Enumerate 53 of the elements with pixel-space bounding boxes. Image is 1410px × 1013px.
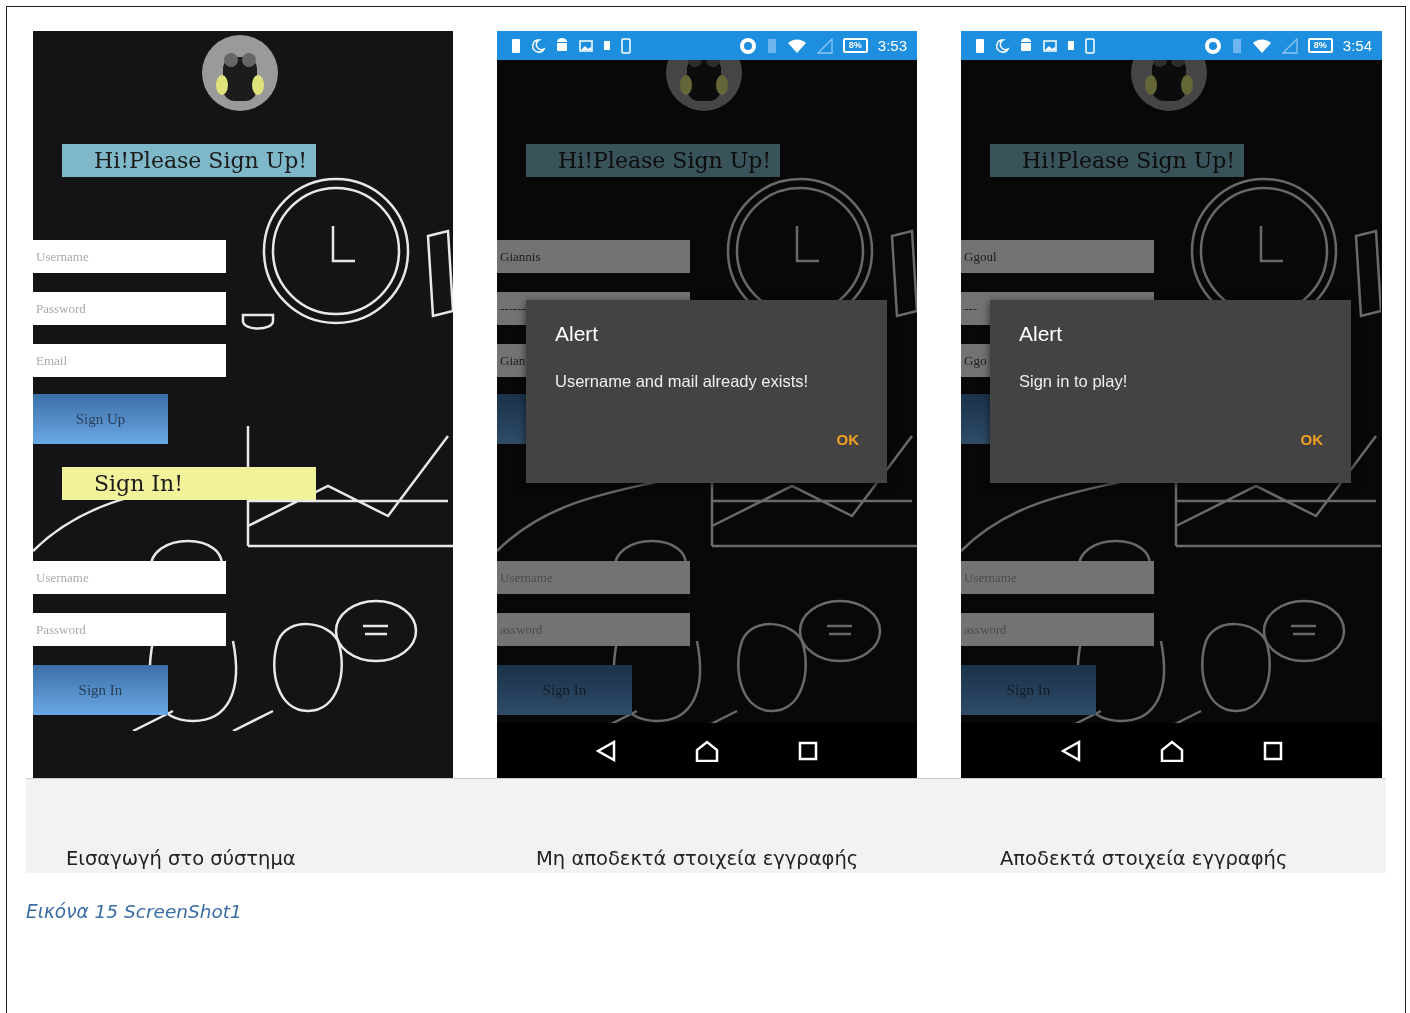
battery-level: 8% — [842, 38, 868, 53]
text-field[interactable]: Giannis — [497, 240, 690, 273]
back-icon[interactable] — [596, 739, 617, 762]
image-icon — [1043, 39, 1057, 52]
text-field[interactable]: Username — [33, 561, 226, 594]
android-icon — [1019, 37, 1033, 54]
text-field[interactable]: Email — [33, 344, 226, 377]
battery-icon — [511, 37, 521, 54]
screen-caption: Εισαγωγή στο σύστημα — [65, 847, 297, 872]
sign-up-heading: Hi!Please Sign Up! — [990, 144, 1244, 177]
status-time: 3:53 — [877, 37, 907, 54]
battery-icon — [975, 37, 985, 54]
text-field[interactable]: Password — [33, 292, 226, 325]
sign-up-heading: Hi!Please Sign Up! — [62, 144, 316, 177]
usb-icon — [1067, 38, 1075, 53]
dialog-title: Alert — [555, 322, 600, 346]
screen-caption: Αποδεκτά στοιχεία εγγραφής — [999, 847, 1289, 872]
usb-icon — [603, 38, 611, 53]
sign-up-heading: Hi!Please Sign Up! — [526, 144, 780, 177]
ok-button[interactable]: OK — [830, 427, 865, 452]
image-icon — [579, 39, 593, 52]
phone-icon — [621, 37, 631, 54]
sign-up-button[interactable]: Sign Up — [33, 394, 168, 444]
dialog-title: Alert — [1019, 322, 1064, 346]
dialog-message: Sign in to play! — [1019, 372, 1129, 391]
screen-caption: Μη αποδεκτά στοιχεία εγγραφής — [535, 847, 860, 872]
figure-caption: Εικόνα 15 ScreenShot1 — [26, 901, 243, 922]
status-time: 3:54 — [1342, 37, 1372, 54]
sync-icon — [738, 36, 757, 55]
wifi-icon — [1251, 37, 1272, 54]
sync-icon — [1203, 36, 1222, 55]
text-field[interactable]: Username — [33, 240, 226, 273]
signal-icon — [1281, 37, 1298, 54]
sign-in-heading: Sign In! — [62, 467, 316, 500]
battery-level: 8% — [1307, 38, 1333, 53]
text-field[interactable]: Password — [33, 613, 226, 646]
recents-icon[interactable] — [1262, 740, 1283, 761]
phone-icon — [1085, 37, 1095, 54]
ok-button[interactable]: OK — [1294, 427, 1329, 452]
back-icon[interactable] — [1060, 739, 1081, 762]
sim-icon — [1231, 37, 1242, 54]
home-icon[interactable] — [1159, 739, 1184, 762]
recents-icon[interactable] — [797, 740, 818, 761]
moon-icon — [531, 38, 545, 53]
android-icon — [555, 37, 569, 54]
wifi-icon — [786, 37, 807, 54]
moon-icon — [995, 38, 1009, 53]
dialog-message: Username and mail already exists! — [555, 372, 810, 391]
text-field[interactable]: Ggoul — [961, 240, 1154, 273]
home-icon[interactable] — [695, 739, 719, 762]
signal-icon — [816, 37, 833, 54]
sign-in-button[interactable]: Sign In — [33, 665, 168, 715]
sim-icon — [766, 37, 777, 54]
